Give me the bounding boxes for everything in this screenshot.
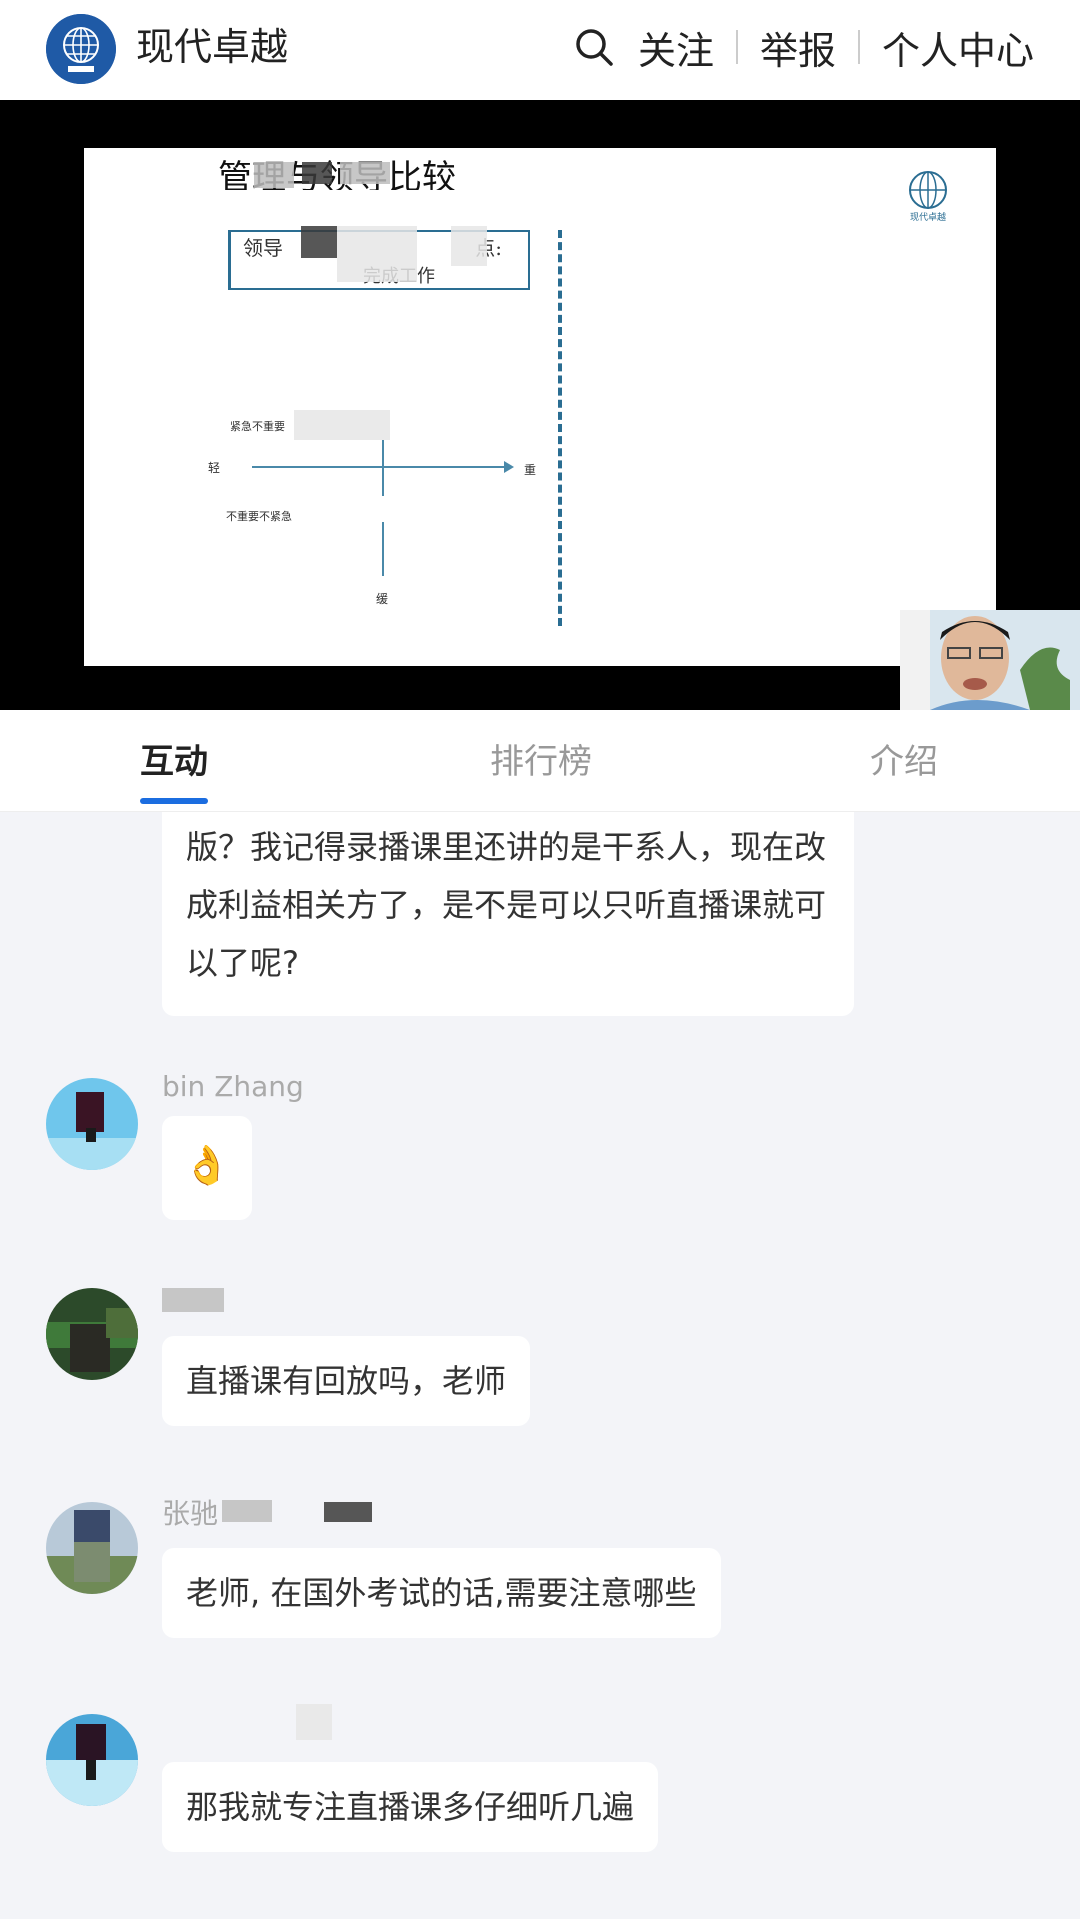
- axis-vertical: [382, 440, 384, 496]
- divider: [735, 30, 738, 64]
- tab-bar: 互动 排行榜 介绍: [0, 710, 1080, 812]
- top-bar: 现代卓越 关注 举报 个人中心: [0, 0, 1080, 100]
- chat-list[interactable]: 版？我记得录播课里还讲的是干系人，现在改成利益相关方了，是不是可以只听直播课就可…: [0, 812, 1080, 1919]
- user-avatar[interactable]: [46, 1288, 138, 1380]
- slide-definition-box: 领导 点: 完成工作: [228, 226, 530, 290]
- quadrant-label: 紧急不重要: [230, 420, 285, 433]
- search-icon[interactable]: [574, 27, 614, 67]
- user-avatar[interactable]: [46, 1078, 138, 1170]
- brand-name: 现代卓越: [136, 25, 289, 69]
- slide-logo-caption: 现代卓越: [910, 211, 946, 223]
- redaction-block: [222, 1500, 272, 1522]
- slide-logo-icon: 现代卓越: [896, 168, 960, 224]
- presentation-slide: 管理与领导比较 现代卓越 领导 点: 完成工作 紧急不重要 轻 重: [84, 148, 996, 666]
- redaction-block: [301, 226, 337, 258]
- redaction-block: [162, 1288, 224, 1312]
- profile-button[interactable]: 个人中心: [882, 20, 1034, 75]
- follow-button[interactable]: 关注: [638, 20, 714, 75]
- message-bubble: 老师, 在国外考试的话,需要注意哪些: [162, 1548, 721, 1638]
- redaction-block: [451, 226, 487, 266]
- redaction-block: [294, 410, 390, 440]
- message-bubble: 版？我记得录播课里还讲的是干系人，现在改成利益相关方了，是不是可以只听直播课就可…: [162, 812, 854, 1016]
- message-bubble: 👌: [162, 1116, 252, 1220]
- report-button[interactable]: 举报: [760, 20, 836, 75]
- redaction-block: [302, 162, 332, 184]
- video-player[interactable]: 管理与领导比较 现代卓越 领导 点: 完成工作 紧急不重要 轻 重: [0, 100, 1080, 710]
- username: bin Zhang: [162, 1070, 304, 1103]
- active-tab-indicator: [140, 798, 208, 804]
- user-avatar[interactable]: [46, 1714, 138, 1806]
- redaction-block: [254, 162, 294, 188]
- message-bubble: 那我就专注直播课多仔细听几遍: [162, 1762, 659, 1852]
- redaction-block: [337, 226, 417, 282]
- box-label-left: 领导: [243, 236, 283, 260]
- divider-dashed-line: [558, 230, 562, 626]
- header-actions: 关注 举报 个人中心: [574, 20, 1034, 75]
- user-avatar[interactable]: [46, 1502, 138, 1594]
- brand-logo-icon[interactable]: [46, 14, 116, 84]
- axis-label-slow: 缓: [376, 592, 389, 606]
- axis-label-light: 轻: [208, 461, 221, 475]
- username: 张驰: [162, 1497, 219, 1528]
- quadrant-label: 不重要不紧急: [226, 510, 292, 523]
- tab-ranking[interactable]: 排行榜: [490, 738, 592, 786]
- message-bubble: 直播课有回放吗，老师: [162, 1336, 531, 1426]
- tab-intro[interactable]: 介绍: [870, 738, 938, 786]
- redaction-block: [324, 1502, 372, 1522]
- redaction-block: [340, 162, 390, 184]
- teacher-video-thumbnail[interactable]: [900, 610, 1080, 710]
- axis-label-heavy: 重: [524, 463, 537, 477]
- redaction-block: [296, 1704, 332, 1740]
- axis-vertical: [382, 522, 384, 576]
- tab-interact[interactable]: 互动: [140, 738, 208, 786]
- divider: [857, 30, 860, 64]
